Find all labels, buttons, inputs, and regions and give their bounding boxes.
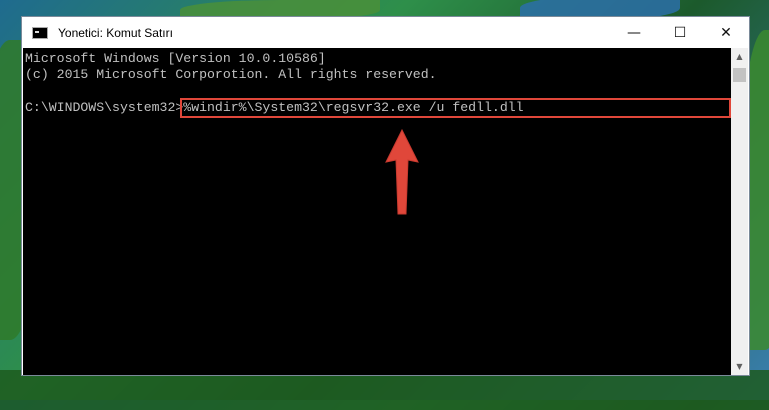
cmd-app-icon	[32, 26, 48, 39]
scroll-thumb[interactable]	[733, 68, 746, 82]
console-line: (c) 2015 Microsoft Corporotion. All righ…	[25, 67, 437, 82]
window-title: Yonetici: Komut Satırı	[58, 25, 173, 40]
minimize-button[interactable]: —	[611, 17, 657, 48]
up-arrow-icon	[385, 128, 419, 215]
maximize-button[interactable]: ☐	[657, 17, 703, 48]
console-output[interactable]: Microsoft Windows [Version 10.0.10586] (…	[23, 48, 733, 375]
vertical-scrollbar[interactable]: ▲ ▼	[731, 48, 748, 375]
scroll-up-button[interactable]: ▲	[731, 48, 748, 65]
close-button[interactable]: ✕	[703, 17, 749, 48]
background-foliage	[0, 370, 769, 410]
maximize-icon: ☐	[673, 24, 687, 41]
prompt-text: C:\WINDOWS\system32>	[25, 100, 184, 115]
close-icon: ✕	[720, 24, 732, 41]
minimize-icon: —	[627, 24, 641, 41]
scroll-down-button[interactable]: ▼	[731, 358, 748, 375]
console-line: Microsoft Windows [Version 10.0.10586]	[25, 51, 326, 66]
chevron-up-icon: ▲	[736, 52, 743, 61]
title-bar[interactable]: Yonetici: Komut Satırı — ☐ ✕	[22, 17, 749, 48]
command-highlight-box	[180, 98, 731, 118]
chevron-down-icon: ▼	[736, 362, 743, 371]
